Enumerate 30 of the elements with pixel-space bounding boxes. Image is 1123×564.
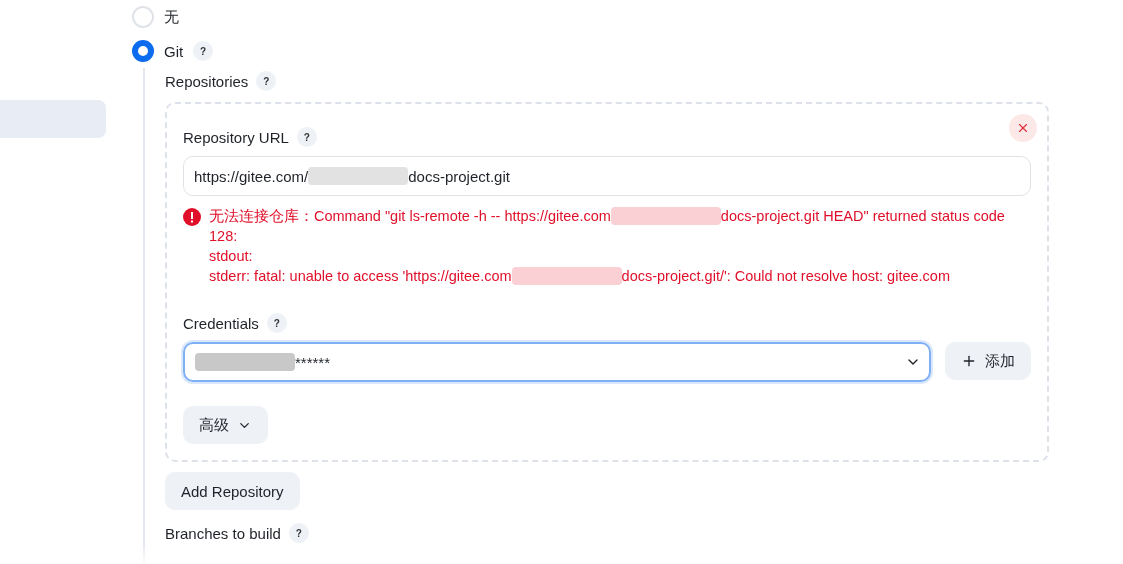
help-icon[interactable]: ? <box>266 313 287 333</box>
option-label: 无 <box>164 7 179 27</box>
error-text: stdout: <box>209 247 253 266</box>
field-label: Repositories <box>165 72 249 90</box>
add-button[interactable]: 添加 <box>945 342 1031 380</box>
help-icon[interactable]: ? <box>193 41 214 61</box>
field-label: Credentials <box>183 314 259 332</box>
url-text: https://gitee.com/ <box>194 167 309 185</box>
field-label: Repository URL <box>183 128 289 146</box>
advanced-button[interactable]: 高级 <box>183 406 268 444</box>
error-text: docs-project.git/': Could not resolve host: gitee.com <box>621 267 950 286</box>
option-label: Git <box>164 42 184 60</box>
error-text: 无法连接仓库：Command "git ls-remote -h -- https://gitee.com <box>209 207 611 226</box>
error-text: stderr: fatal: unable to access 'https://gitee.com <box>209 267 512 286</box>
add-repository-button[interactable]: Add Repository <box>165 472 300 510</box>
credentials-select[interactable]: ****** <box>183 342 931 382</box>
plus-icon <box>961 353 977 369</box>
field-label: Branches to build <box>165 524 281 542</box>
help-icon[interactable]: ? <box>296 127 317 147</box>
help-icon[interactable]: ? <box>288 523 309 543</box>
url-text: docs-project.git <box>408 167 510 185</box>
close-button[interactable] <box>1009 114 1037 142</box>
error-text: 128: <box>209 227 238 246</box>
error-text: docs-project.git HEAD" returned status code <box>720 207 1005 226</box>
url-input-field[interactable]: https://gitee.com/ docs-project.git <box>183 156 1031 196</box>
help-icon[interactable]: ? <box>256 71 277 91</box>
close-icon <box>1016 121 1030 135</box>
credentials-value: ****** <box>295 353 331 371</box>
radio-button[interactable] <box>132 40 154 62</box>
error-icon <box>183 208 201 226</box>
